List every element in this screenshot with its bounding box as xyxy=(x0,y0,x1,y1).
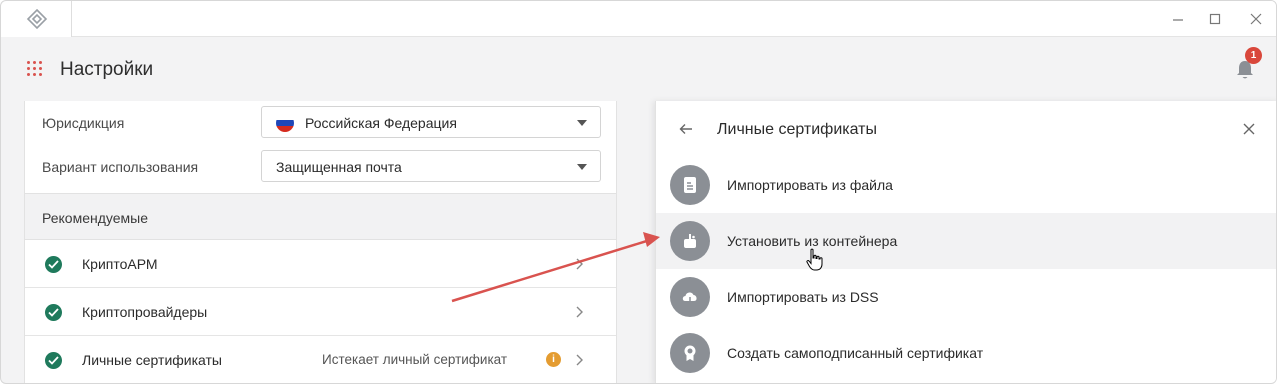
usage-value: Защищенная почта xyxy=(276,159,402,175)
import-from-dss-action[interactable]: Импортировать из DSS xyxy=(656,269,1276,325)
list-item[interactable]: Личные сертификаты Истекает личный серти… xyxy=(25,336,616,383)
maximize-button[interactable] xyxy=(1206,10,1224,28)
install-from-container-action[interactable]: Установить из контейнера xyxy=(656,213,1276,269)
jurisdiction-row: Юрисдикция Российская Федерация xyxy=(25,101,616,145)
list-item-label: КриптоАРМ xyxy=(82,256,158,272)
list-item[interactable]: Криптопровайдеры xyxy=(25,288,616,336)
recommended-section-header: Рекомендуемые xyxy=(25,193,616,240)
app-tab[interactable] xyxy=(1,1,72,38)
action-label: Установить из контейнера xyxy=(727,233,898,249)
action-label: Импортировать из файла xyxy=(727,177,893,193)
minimize-button[interactable] xyxy=(1169,10,1187,28)
list-item[interactable]: КриптоАРМ xyxy=(25,240,616,288)
maximize-icon xyxy=(1209,13,1221,25)
create-self-signed-action[interactable]: Создать самоподписанный сертификат xyxy=(656,325,1276,381)
import-from-file-action[interactable]: Импортировать из файла xyxy=(656,157,1276,213)
list-item-label: Криптопровайдеры xyxy=(82,304,208,320)
list-item-status: Истекает личный сертификат xyxy=(322,352,508,367)
action-label: Импортировать из DSS xyxy=(727,289,879,305)
hand-cursor-icon xyxy=(806,248,823,271)
jurisdiction-value: Российская Федерация xyxy=(305,115,457,131)
certificate-icon xyxy=(670,333,710,373)
chevron-right-icon xyxy=(576,306,583,318)
usage-select[interactable]: Защищенная почта xyxy=(261,150,601,182)
jurisdiction-label: Юрисдикция xyxy=(42,115,125,131)
app-logo-icon xyxy=(26,9,48,29)
chevron-down-icon xyxy=(577,164,587,170)
apps-grid-icon[interactable] xyxy=(27,61,43,77)
usage-row: Вариант использования Защищенная почта xyxy=(25,145,616,189)
file-icon xyxy=(670,165,710,205)
check-circle-icon xyxy=(45,352,62,369)
page-title: Настройки xyxy=(60,59,154,80)
close-window-button[interactable] xyxy=(1247,10,1265,28)
chevron-right-icon xyxy=(576,258,583,270)
check-circle-icon xyxy=(45,256,62,273)
minimize-icon xyxy=(1173,19,1183,21)
panel-title: Личные сертификаты xyxy=(717,121,877,138)
cloud-download-icon xyxy=(670,277,710,317)
title-bar-area xyxy=(72,1,1276,37)
title-bar xyxy=(1,1,1276,38)
container-icon xyxy=(670,221,710,261)
chevron-down-icon xyxy=(577,120,587,126)
page-header: Настройки xyxy=(1,37,1276,101)
back-arrow-icon[interactable] xyxy=(678,121,694,137)
section-title: Рекомендуемые xyxy=(42,210,148,226)
jurisdiction-select[interactable]: Российская Федерация xyxy=(261,106,601,138)
close-icon[interactable] xyxy=(1243,123,1255,135)
notification-badge: 1 xyxy=(1245,47,1262,64)
info-icon: i xyxy=(546,352,561,367)
chevron-right-icon xyxy=(576,354,583,366)
action-label: Создать самоподписанный сертификат xyxy=(727,345,984,361)
check-circle-icon xyxy=(45,304,62,321)
app-window: Настройки 1 Юрисдикция Российская Федера… xyxy=(0,0,1277,384)
russia-flag-icon xyxy=(276,114,294,132)
close-icon xyxy=(1250,13,1262,25)
certificates-panel: Личные сертификаты Импортировать из файл… xyxy=(655,101,1276,383)
settings-panel: Юрисдикция Российская Федерация Вариант … xyxy=(24,101,617,383)
list-item-label: Личные сертификаты xyxy=(82,352,222,368)
usage-label: Вариант использования xyxy=(42,159,199,175)
